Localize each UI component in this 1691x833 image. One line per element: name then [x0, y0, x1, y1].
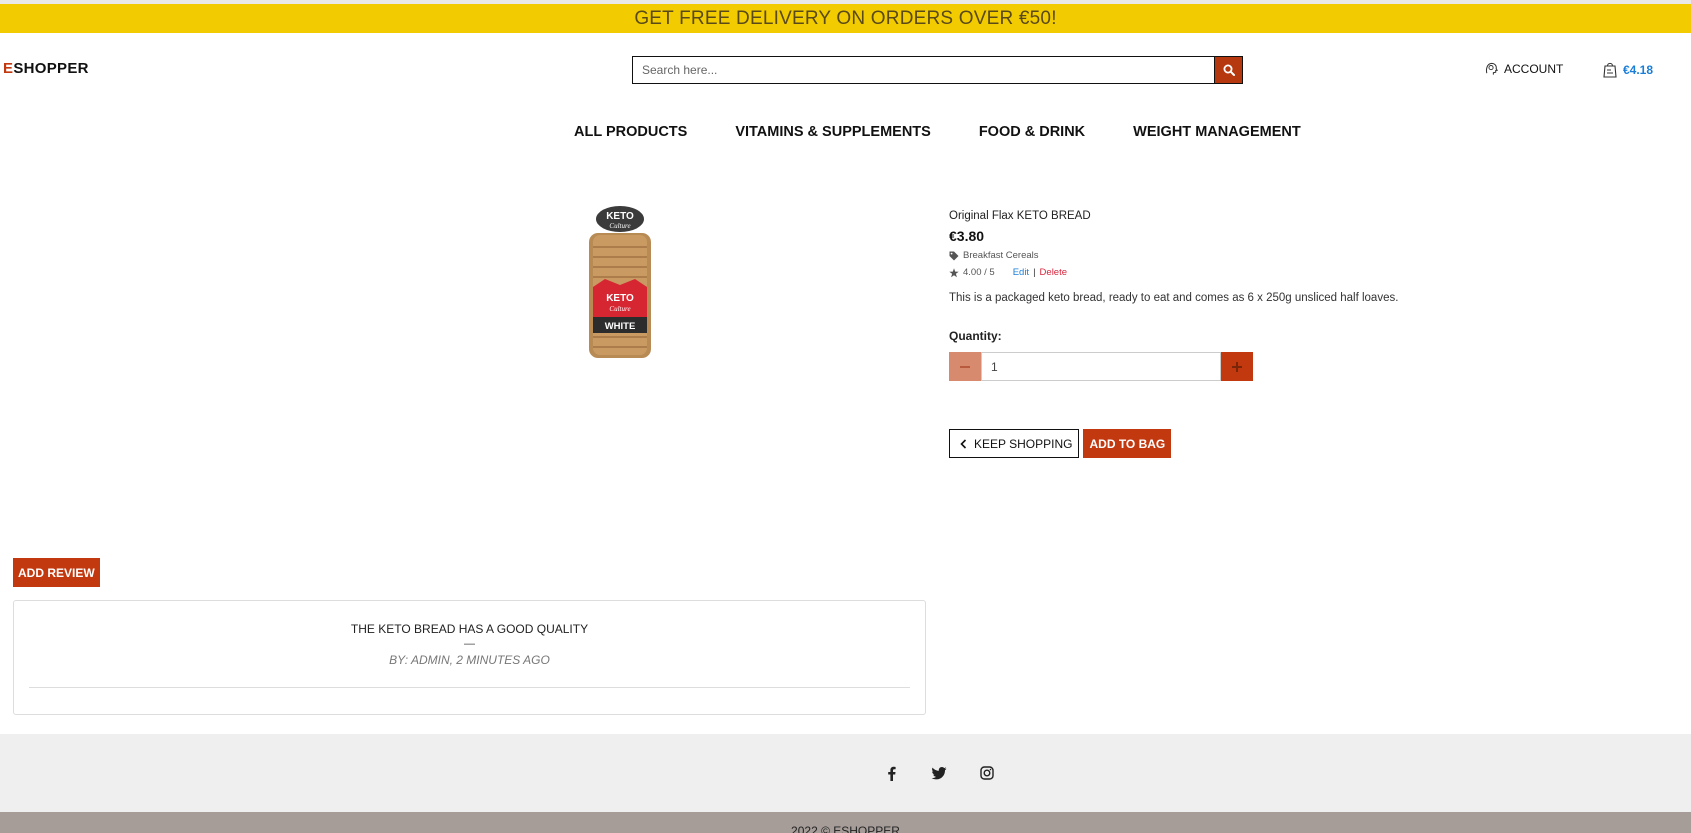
social-links: [882, 765, 996, 781]
account-link[interactable]: ACCOUNT: [1484, 61, 1563, 76]
search-icon: [1223, 64, 1235, 76]
product-price: €3.80: [949, 228, 985, 244]
chevron-left-icon: [960, 438, 967, 449]
product-rating: 4.00 / 5 Edit | Delete: [949, 267, 1509, 278]
search-input[interactable]: [632, 56, 1214, 84]
product-info: Original Flax KETO BREAD €3.80 Breakfast…: [949, 210, 1509, 458]
delivery-banner: GET FREE DELIVERY ON ORDERS OVER €50!: [0, 4, 1691, 33]
review-card: THE KETO BREAD HAS A GOOD QUALITY — BY: …: [13, 600, 926, 715]
quantity-stepper: [949, 352, 1253, 381]
keep-shopping-label: KEEP SHOPPING: [974, 436, 1073, 451]
quantity-label: Quantity:: [949, 329, 1002, 343]
link-separator: |: [1033, 267, 1036, 278]
quantity-increment-button[interactable]: [1221, 352, 1253, 381]
nav-weight-management[interactable]: WEIGHT MANAGEMENT: [1133, 124, 1301, 140]
star-icon: [949, 267, 959, 277]
category-label: Breakfast Cereals: [963, 250, 1039, 261]
site-logo[interactable]: ESHOPPER: [3, 60, 89, 77]
cart-link[interactable]: €4.18: [1602, 61, 1653, 78]
product-actions: KEEP SHOPPING ADD TO BAG: [949, 429, 1509, 458]
instagram-icon[interactable]: [978, 765, 996, 781]
review-divider: [29, 687, 910, 688]
nav-food-drink[interactable]: FOOD & DRINK: [979, 124, 1085, 140]
svg-text:Culture: Culture: [609, 222, 630, 230]
svg-text:KETO: KETO: [606, 293, 634, 304]
product-name: Original Flax KETO BREAD: [949, 210, 1091, 222]
account-label: ACCOUNT: [1504, 61, 1564, 76]
plus-icon: [1232, 361, 1242, 372]
svg-text:KETO: KETO: [606, 211, 634, 222]
add-review-button[interactable]: ADD REVIEW: [13, 558, 100, 587]
account-icon: [1485, 62, 1498, 75]
twitter-icon[interactable]: [930, 765, 948, 781]
nav-vitamins-supplements[interactable]: VITAMINS & SUPPLEMENTS: [735, 124, 931, 140]
logo-first-letter: E: [3, 60, 14, 77]
facebook-icon[interactable]: [882, 765, 900, 781]
search-button[interactable]: [1214, 56, 1243, 84]
edit-product-link[interactable]: Edit: [1013, 267, 1029, 278]
copyright-bar: 2022 © ESHOPPER: [0, 812, 1691, 833]
logo-text: SHOPPER: [13, 60, 89, 77]
main-nav: ALL PRODUCTS VITAMINS & SUPPLEMENTS FOOD…: [574, 124, 1349, 140]
copyright-text: 2022 © ESHOPPER: [791, 824, 900, 833]
cart-total: €4.18: [1623, 62, 1654, 77]
quantity-input[interactable]: [981, 352, 1221, 381]
keep-shopping-button[interactable]: KEEP SHOPPING: [949, 429, 1080, 458]
product-image: KETO Culture KETO Culture WHITE: [589, 206, 651, 358]
search-form: [632, 56, 1243, 84]
shopping-bag-icon: [1603, 62, 1617, 78]
quantity-decrement-button[interactable]: [949, 352, 981, 381]
review-author: BY: ADMIN, 2 MINUTES AGO: [389, 653, 550, 667]
tag-icon: [949, 251, 959, 260]
delete-product-link[interactable]: Delete: [1040, 267, 1067, 278]
svg-text:WHITE: WHITE: [605, 321, 636, 332]
footer: [0, 734, 1691, 812]
review-title: THE KETO BREAD HAS A GOOD QUALITY: [350, 622, 589, 636]
review-dash: —: [464, 638, 475, 650]
add-to-bag-button[interactable]: ADD TO BAG: [1083, 429, 1172, 458]
product-category[interactable]: Breakfast Cereals: [949, 250, 1509, 261]
minus-icon: [960, 365, 970, 368]
product-description: This is a packaged keto bread, ready to …: [949, 292, 1399, 304]
svg-text:Culture: Culture: [609, 305, 630, 313]
rating-value: 4.00 / 5: [963, 267, 995, 278]
nav-all-products[interactable]: ALL PRODUCTS: [574, 124, 687, 140]
